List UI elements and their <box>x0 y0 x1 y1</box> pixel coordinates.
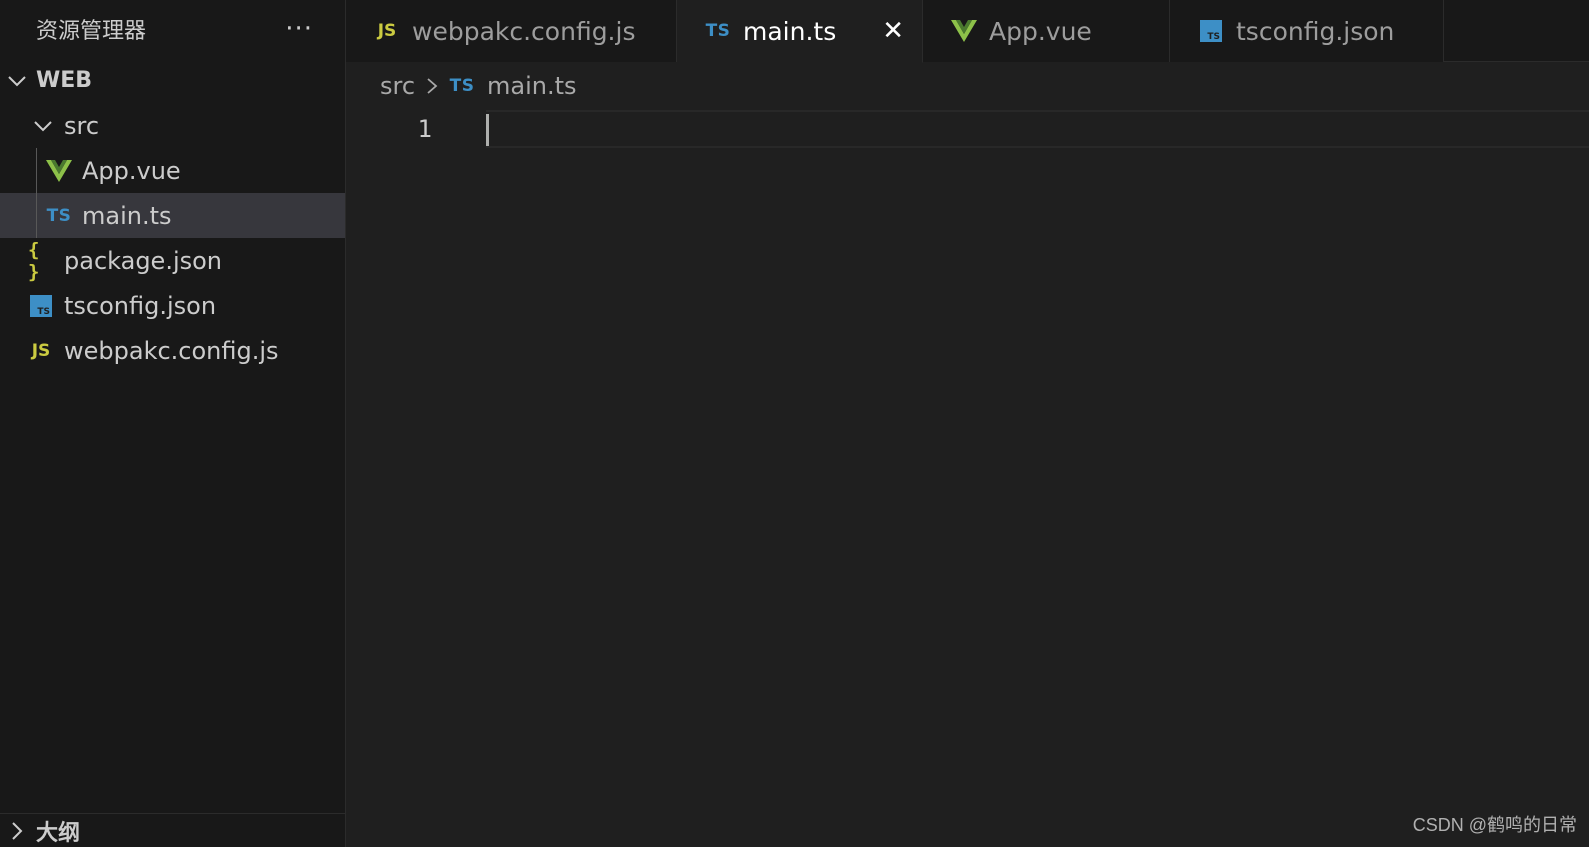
editor-text-area[interactable] <box>486 110 1589 148</box>
js-icon: JS <box>31 340 51 361</box>
breadcrumb-file[interactable]: main.ts <box>487 72 577 100</box>
tsconfig-icon: TS <box>28 294 54 317</box>
explorer-title: 资源管理器 <box>36 19 147 44</box>
tree-folder-label: src <box>64 111 100 140</box>
tree-file-tsconfig-json[interactable]: TS tsconfig.json <box>0 283 345 328</box>
tab-webpakc-config-js[interactable]: JS webpakc.config.js <box>346 0 677 62</box>
explorer-sidebar: 资源管理器 ··· WEB src App.vue TS main.ts { }… <box>0 0 346 847</box>
tab-main-ts[interactable]: TS main.ts ✕ <box>677 0 923 63</box>
vue-icon <box>951 20 977 42</box>
tree-file-main-ts[interactable]: TS main.ts <box>0 193 345 238</box>
ts-icon: TS <box>46 205 72 226</box>
outline-section-header[interactable]: 大纲 <box>0 813 346 847</box>
breadcrumb-folder[interactable]: src <box>380 72 415 100</box>
ts-icon: TS <box>449 76 475 96</box>
tree-file-label: package.json <box>64 246 223 275</box>
chevron-right-icon <box>425 75 439 97</box>
outline-label: 大纲 <box>36 820 81 846</box>
tab-app-vue[interactable]: App.vue <box>923 0 1170 62</box>
tab-label: webpakc.config.js <box>412 16 636 46</box>
tree-file-label: main.ts <box>82 201 172 230</box>
more-actions-icon[interactable]: ··· <box>285 16 313 42</box>
editor-tab-bar: JS webpakc.config.js TS main.ts ✕ App.vu… <box>346 0 1589 63</box>
js-icon: JS <box>377 21 397 41</box>
tab-label: tsconfig.json <box>1236 16 1395 46</box>
vue-icon <box>46 159 72 182</box>
close-icon[interactable]: ✕ <box>882 18 904 44</box>
tab-label: main.ts <box>743 16 837 46</box>
tree-file-package-json[interactable]: { } package.json <box>0 238 345 283</box>
tree-root-web[interactable]: WEB <box>0 58 345 103</box>
tree-file-app-vue[interactable]: App.vue <box>0 148 345 193</box>
tsconfig-icon: TS <box>1198 20 1224 42</box>
breadcrumb: src TS main.ts <box>380 64 577 108</box>
tree-root-label: WEB <box>36 68 93 93</box>
line-number: 1 <box>417 115 432 143</box>
tree-file-label: tsconfig.json <box>64 291 217 320</box>
chevron-down-icon <box>32 115 54 137</box>
indent-guide <box>36 148 37 193</box>
tab-tsconfig-json[interactable]: TS tsconfig.json <box>1170 0 1444 62</box>
indent-guide <box>36 193 37 238</box>
tree-file-label: webpakc.config.js <box>64 336 279 365</box>
watermark: CSDN @鹤鸣的日常 <box>1412 815 1577 835</box>
explorer-header: 资源管理器 ··· <box>0 0 345 58</box>
ts-icon: TS <box>705 21 731 41</box>
tree-file-webpakc-config-js[interactable]: JS webpakc.config.js <box>0 328 345 373</box>
text-cursor <box>486 114 489 146</box>
json-icon: { } <box>28 238 39 283</box>
chevron-right-icon <box>6 820 28 842</box>
tree-file-label: App.vue <box>82 156 181 185</box>
tab-label: App.vue <box>989 16 1092 46</box>
chevron-down-icon <box>6 70 28 92</box>
tree-folder-src[interactable]: src <box>0 103 345 148</box>
